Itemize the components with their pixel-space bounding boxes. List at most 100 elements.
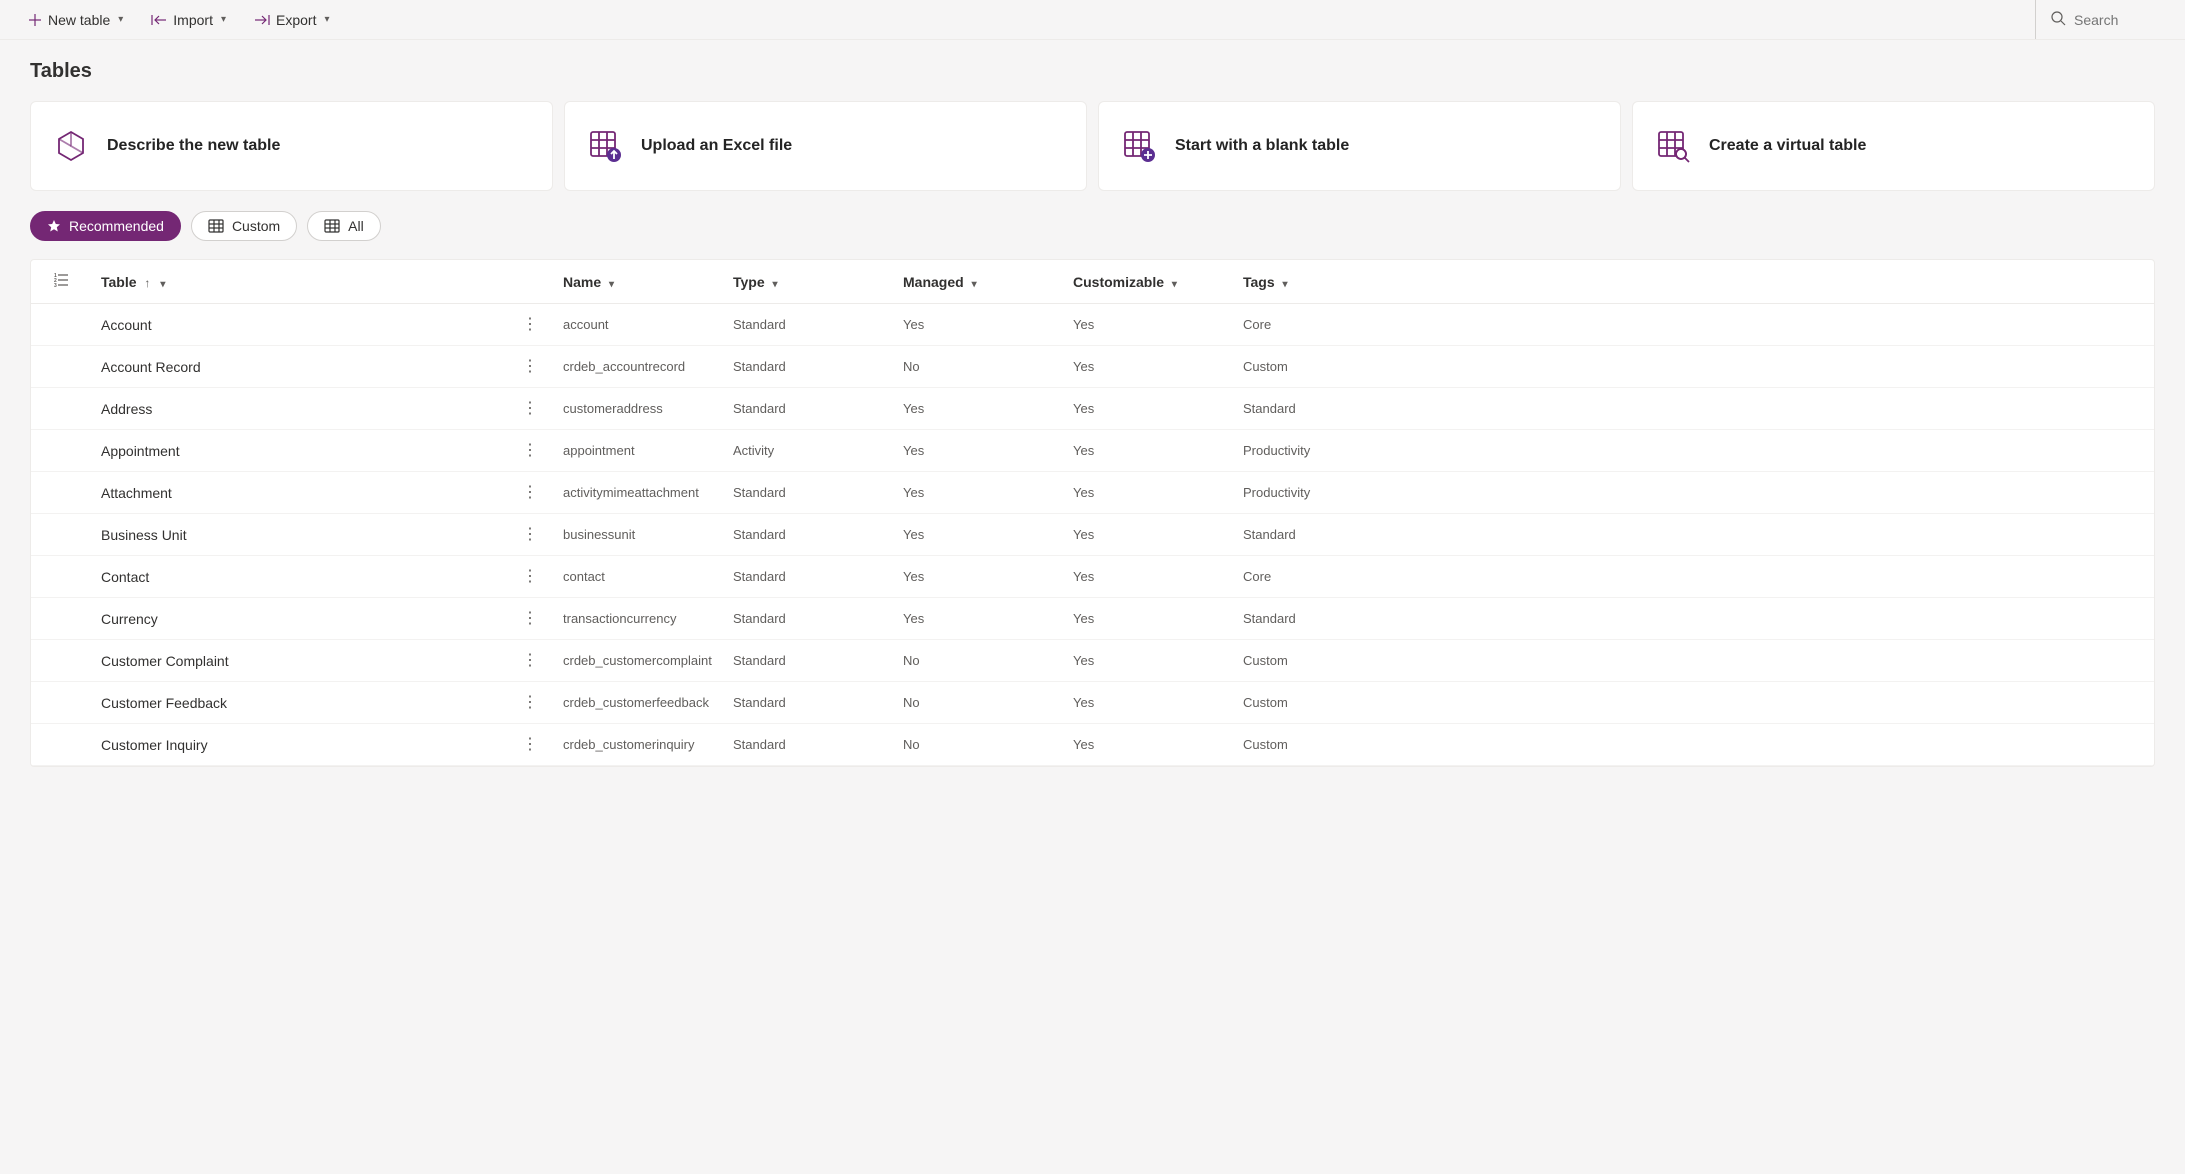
row-customizable: Yes [1063,724,1233,766]
column-header-name[interactable]: Name ▾ [553,260,723,304]
row-spacer [31,304,91,346]
column-header-type[interactable]: Type ▾ [723,260,893,304]
table-row[interactable]: Account Record ⋮ crdeb_accountrecord Sta… [31,346,2154,388]
chevron-down-icon: ▾ [221,14,226,25]
chevron-down-icon: ▾ [972,279,977,290]
filter-label: All [348,218,364,234]
card-upload-excel[interactable]: Upload an Excel file [564,101,1087,191]
row-display-name[interactable]: Contact [91,556,511,598]
table-row[interactable]: Account ⋮ account Standard Yes Yes Core [31,304,2154,346]
row-managed: Yes [893,556,1063,598]
filter-custom[interactable]: Custom [191,211,297,241]
row-type: Standard [723,556,893,598]
card-virtual-table[interactable]: Create a virtual table [1632,101,2155,191]
filter-label: Custom [232,218,280,234]
row-more-cell: ⋮ [511,472,553,514]
row-schema-name: transactioncurrency [553,598,723,640]
table-row[interactable]: Business Unit ⋮ businessunit Standard Ye… [31,514,2154,556]
search-icon [2050,10,2066,29]
more-actions-button[interactable]: ⋮ [521,695,539,711]
page-title: Tables [30,60,2155,83]
table-plus-icon [1121,128,1157,164]
sort-ascending-icon: ↑ [144,276,150,290]
column-label: Customizable [1073,274,1164,290]
column-header-customizable[interactable]: Customizable ▾ [1063,260,1233,304]
card-blank-table[interactable]: Start with a blank table [1098,101,1621,191]
row-customizable: Yes [1063,388,1233,430]
row-more-cell: ⋮ [511,598,553,640]
row-managed: No [893,346,1063,388]
column-header-table[interactable]: Table ↑ ▾ [91,260,511,304]
more-actions-button[interactable]: ⋮ [521,737,539,753]
table-row[interactable]: Address ⋮ customeraddress Standard Yes Y… [31,388,2154,430]
more-actions-button[interactable]: ⋮ [521,611,539,627]
export-button[interactable]: Export ▾ [246,8,338,32]
row-tags: Core [1233,556,2154,598]
row-display-name[interactable]: Account Record [91,346,511,388]
row-tags: Custom [1233,724,2154,766]
row-more-cell: ⋮ [511,682,553,724]
table-row[interactable]: Contact ⋮ contact Standard Yes Yes Core [31,556,2154,598]
more-actions-button[interactable]: ⋮ [521,485,539,501]
row-customizable: Yes [1063,430,1233,472]
row-display-name[interactable]: Customer Feedback [91,682,511,724]
row-customizable: Yes [1063,598,1233,640]
new-table-button[interactable]: New table ▾ [20,8,131,32]
column-header-tags[interactable]: Tags ▾ [1233,260,2154,304]
chevron-down-icon: ▾ [773,279,778,290]
chevron-down-icon: ▾ [1283,279,1288,290]
row-display-name[interactable]: Attachment [91,472,511,514]
filter-row: Recommended Custom All [0,211,2185,259]
row-display-name[interactable]: Business Unit [91,514,511,556]
row-schema-name: customeraddress [553,388,723,430]
table-row[interactable]: Attachment ⋮ activitymimeattachment Stan… [31,472,2154,514]
row-display-name[interactable]: Appointment [91,430,511,472]
row-type: Standard [723,598,893,640]
more-actions-button[interactable]: ⋮ [521,653,539,669]
more-actions-button[interactable]: ⋮ [521,527,539,543]
row-schema-name: businessunit [553,514,723,556]
search-input[interactable] [2074,12,2154,28]
more-actions-button[interactable]: ⋮ [521,443,539,459]
search-box[interactable] [2035,0,2165,39]
row-schema-name: crdeb_accountrecord [553,346,723,388]
table-row[interactable]: Customer Inquiry ⋮ crdeb_customerinquiry… [31,724,2154,766]
column-header-managed[interactable]: Managed ▾ [893,260,1063,304]
table-row[interactable]: Customer Complaint ⋮ crdeb_customercompl… [31,640,2154,682]
row-spacer [31,682,91,724]
row-display-name[interactable]: Account [91,304,511,346]
table-row[interactable]: Appointment ⋮ appointment Activity Yes Y… [31,430,2154,472]
row-customizable: Yes [1063,304,1233,346]
import-button[interactable]: Import ▾ [143,8,234,32]
cards-row: Describe the new table Upload an Excel f… [0,101,2185,211]
row-display-name[interactable]: Customer Inquiry [91,724,511,766]
row-schema-name: appointment [553,430,723,472]
row-more-cell: ⋮ [511,724,553,766]
row-display-name[interactable]: Customer Complaint [91,640,511,682]
chevron-down-icon: ▾ [324,14,329,25]
more-actions-button[interactable]: ⋮ [521,401,539,417]
table-row[interactable]: Customer Feedback ⋮ crdeb_customerfeedba… [31,682,2154,724]
card-title: Describe the new table [107,137,280,155]
filter-recommended[interactable]: Recommended [30,211,181,241]
row-type: Standard [723,682,893,724]
card-describe-new-table[interactable]: Describe the new table [30,101,553,191]
row-tags: Standard [1233,388,2154,430]
more-actions-button[interactable]: ⋮ [521,317,539,333]
card-title: Create a virtual table [1709,137,1866,155]
star-icon [47,219,61,233]
more-actions-button[interactable]: ⋮ [521,569,539,585]
row-display-name[interactable]: Currency [91,598,511,640]
row-spacer [31,388,91,430]
filter-all[interactable]: All [307,211,381,241]
row-customizable: Yes [1063,346,1233,388]
row-type: Activity [723,430,893,472]
row-display-name[interactable]: Address [91,388,511,430]
column-header-listview[interactable]: 123 [31,260,91,304]
table-row[interactable]: Currency ⋮ transactioncurrency Standard … [31,598,2154,640]
row-spacer [31,430,91,472]
row-type: Standard [723,724,893,766]
more-actions-button[interactable]: ⋮ [521,359,539,375]
column-label: Table [101,274,137,290]
export-label: Export [276,12,316,28]
